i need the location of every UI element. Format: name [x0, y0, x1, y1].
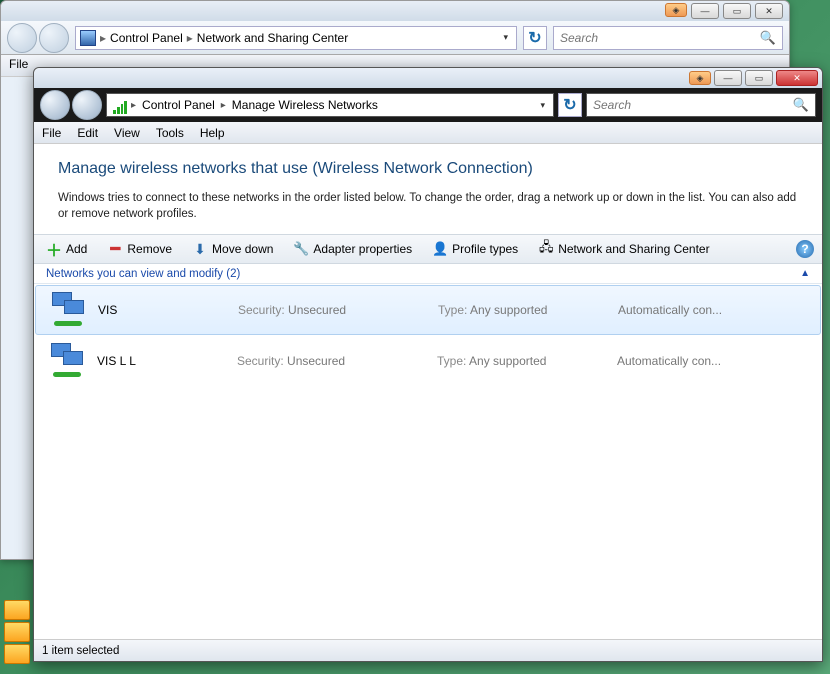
arrow-down-icon: ⬇: [192, 241, 208, 257]
control-panel-icon: [80, 30, 96, 46]
adapter-label: Adapter properties: [313, 242, 412, 256]
extra-button[interactable]: ◈: [689, 71, 711, 85]
titlebar: ◈ — ▭ ✕: [34, 68, 822, 88]
group-header: Networks you can view and modify (2) ▲: [34, 264, 822, 284]
move-down-label: Move down: [212, 242, 273, 256]
address-bar: ▸ Control Panel ▸ Manage Wireless Networ…: [34, 88, 822, 122]
status-text: 1 item selected: [42, 645, 119, 657]
add-label: Add: [66, 242, 87, 256]
page-title: Manage wireless networks that use (Wirel…: [58, 160, 798, 178]
menu-view[interactable]: View: [114, 126, 140, 140]
menubar: File Edit View Tools Help: [34, 122, 822, 144]
adapter-icon: 🔧: [293, 241, 309, 257]
bg-address-bar: ▸ Control Panel ▸ Network and Sharing Ce…: [1, 21, 789, 55]
remove-label: Remove: [127, 242, 172, 256]
plus-icon: ＋: [46, 241, 62, 257]
bg-nav-buttons: [7, 23, 69, 53]
group-label: Networks you can view and modify (2): [46, 268, 240, 280]
sharing-icon: 🖧: [538, 241, 554, 257]
bg-titlebar: ◈ — ▭ ✕: [1, 1, 789, 21]
manage-wireless-window: ◈ — ▭ ✕ ▸ Control Panel ▸ Manage Wireles…: [33, 67, 823, 662]
content-header: Manage wireless networks that use (Wirel…: [34, 144, 822, 234]
bg-minimize-button[interactable]: —: [691, 3, 719, 19]
menu-edit[interactable]: Edit: [77, 126, 98, 140]
network-auto: Automatically con...: [618, 303, 810, 317]
sharing-label: Network and Sharing Center: [558, 242, 709, 256]
status-bar: 1 item selected: [34, 639, 822, 661]
crumb-manage-wireless[interactable]: Manage Wireless Networks: [228, 98, 382, 112]
minimize-button[interactable]: —: [714, 70, 742, 86]
crumb-control-panel[interactable]: Control Panel: [138, 98, 219, 112]
maximize-button[interactable]: ▭: [745, 70, 773, 86]
refresh-button[interactable]: ↻: [558, 93, 582, 117]
profile-types-button[interactable]: 👤 Profile types: [428, 239, 522, 259]
move-down-button[interactable]: ⬇ Move down: [188, 239, 277, 259]
breadcrumb-separator-icon: ▸: [187, 31, 193, 45]
network-icon: [45, 343, 89, 379]
bg-back-button[interactable]: [7, 23, 37, 53]
collapse-icon[interactable]: ▲: [800, 268, 810, 279]
network-auto: Automatically con...: [617, 354, 811, 368]
network-security: Security: Unsecured: [237, 354, 437, 368]
bg-menu-file[interactable]: File: [9, 57, 28, 71]
toolbar: ＋ Add ━ Remove ⬇ Move down 🔧 Adapter pro…: [34, 234, 822, 264]
network-name: VIS L L: [97, 354, 237, 368]
breadcrumb[interactable]: ▸ Control Panel ▸ Manage Wireless Networ…: [106, 93, 554, 117]
network-row[interactable]: VIS L L Security: Unsecured Type: Any su…: [34, 336, 822, 386]
breadcrumb-dropdown-icon[interactable]: ▾: [536, 100, 549, 111]
network-security: Security: Unsecured: [238, 303, 438, 317]
network-list: VIS Security: Unsecured Type: Any suppor…: [34, 284, 822, 639]
bg-maximize-button[interactable]: ▭: [723, 3, 751, 19]
network-type: Type: Any supported: [437, 354, 617, 368]
breadcrumb-separator-icon: ▸: [100, 31, 106, 45]
close-button[interactable]: ✕: [776, 70, 818, 86]
search-icon: 🔍: [760, 30, 776, 46]
bg-crumb-network-sharing[interactable]: Network and Sharing Center: [197, 31, 348, 45]
bg-refresh-button[interactable]: ↻: [523, 26, 547, 50]
network-row[interactable]: VIS Security: Unsecured Type: Any suppor…: [35, 285, 821, 335]
search-input[interactable]: [593, 98, 793, 112]
bg-forward-button[interactable]: [39, 23, 69, 53]
menu-file[interactable]: File: [42, 126, 61, 140]
profile-icon: 👤: [432, 241, 448, 257]
bg-crumb-control-panel[interactable]: Control Panel: [110, 31, 183, 45]
add-button[interactable]: ＋ Add: [42, 239, 91, 259]
help-button[interactable]: ?: [796, 240, 814, 258]
breadcrumb-separator-icon: ▸: [221, 100, 226, 111]
page-description: Windows tries to connect to these networ…: [58, 190, 798, 222]
remove-button[interactable]: ━ Remove: [103, 239, 176, 259]
bg-search-input[interactable]: [560, 31, 760, 45]
menu-tools[interactable]: Tools: [156, 126, 184, 140]
breadcrumb-dropdown-icon[interactable]: ▾: [499, 32, 512, 43]
profile-label: Profile types: [452, 242, 518, 256]
forward-button[interactable]: [72, 90, 102, 120]
search-icon: 🔍: [793, 97, 809, 113]
search-box[interactable]: 🔍: [586, 93, 816, 117]
network-icon: [46, 292, 90, 328]
wifi-icon: [111, 96, 129, 114]
network-type: Type: Any supported: [438, 303, 618, 317]
network-name: VIS: [98, 303, 238, 317]
bg-breadcrumb[interactable]: ▸ Control Panel ▸ Network and Sharing Ce…: [75, 26, 517, 50]
nav-buttons: [40, 90, 102, 120]
network-sharing-center-button[interactable]: 🖧 Network and Sharing Center: [534, 239, 713, 259]
taskbar-hint: [2, 598, 32, 668]
bg-close-button[interactable]: ✕: [755, 3, 783, 19]
back-button[interactable]: [40, 90, 70, 120]
menu-help[interactable]: Help: [200, 126, 225, 140]
bg-extra-button[interactable]: ◈: [665, 3, 687, 17]
bg-search-box[interactable]: 🔍: [553, 26, 783, 50]
adapter-properties-button[interactable]: 🔧 Adapter properties: [289, 239, 416, 259]
minus-icon: ━: [107, 241, 123, 257]
breadcrumb-separator-icon: ▸: [131, 100, 136, 111]
